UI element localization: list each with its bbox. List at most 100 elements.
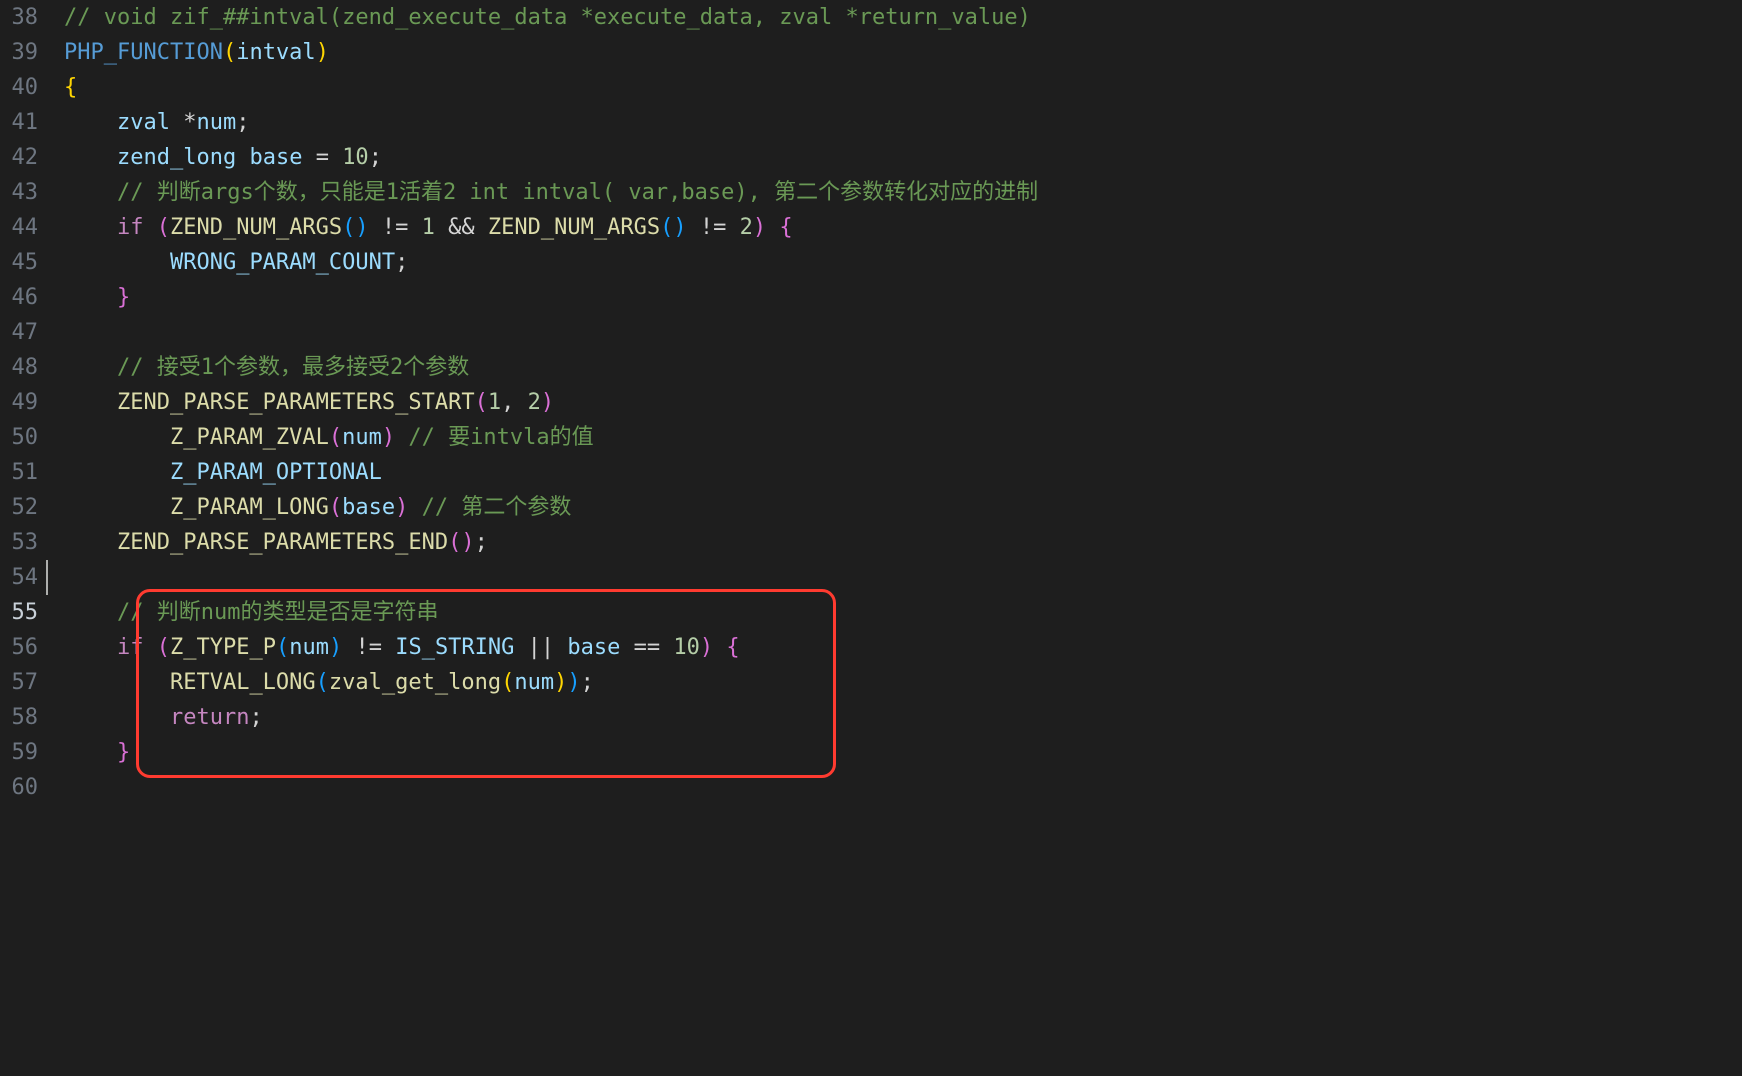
line-number[interactable]: 41 — [0, 105, 38, 140]
code-token: == — [634, 635, 661, 660]
code-line[interactable]: Z_PARAM_ZVAL(num) // 要intvla的值 — [64, 420, 1742, 455]
code-token: zval_get_long — [329, 670, 501, 695]
code-token: ( — [329, 425, 342, 450]
code-line[interactable]: } — [64, 280, 1742, 315]
code-token — [64, 355, 117, 380]
code-token: 2 — [740, 215, 753, 240]
line-number[interactable]: 40 — [0, 70, 38, 105]
line-number[interactable]: 42 — [0, 140, 38, 175]
code-line[interactable]: ZEND_PARSE_PARAMETERS_START(1, 2) — [64, 385, 1742, 420]
code-token — [64, 250, 170, 275]
code-line[interactable]: // 判断args个数，只能是1活着2 int intval( var,base… — [64, 175, 1742, 210]
line-number[interactable]: 50 — [0, 420, 38, 455]
line-number[interactable]: 45 — [0, 245, 38, 280]
code-token: ZEND_PARSE_PARAMETERS_START — [117, 390, 475, 415]
code-area[interactable]: // void zif_##intval(zend_execute_data *… — [46, 0, 1742, 1076]
code-token: != — [355, 635, 382, 660]
code-token: num — [342, 425, 382, 450]
line-number[interactable]: 58 — [0, 700, 38, 735]
line-number[interactable]: 59 — [0, 735, 38, 770]
code-line[interactable] — [64, 560, 1742, 595]
code-token: ) — [541, 390, 554, 415]
code-token — [64, 145, 117, 170]
code-line[interactable]: } — [64, 735, 1742, 770]
code-line[interactable]: if (ZEND_NUM_ARGS() != 1 && ZEND_NUM_ARG… — [64, 210, 1742, 245]
code-token — [64, 285, 117, 310]
code-token — [766, 215, 779, 240]
code-token: ) — [554, 670, 567, 695]
code-token — [713, 635, 726, 660]
code-editor[interactable]: 3839404142434445464748495051525354555657… — [0, 0, 1742, 1076]
code-token — [64, 495, 170, 520]
code-line[interactable]: zend_long base = 10; — [64, 140, 1742, 175]
code-token — [408, 215, 421, 240]
code-token: 10 — [342, 145, 369, 170]
code-line[interactable]: // 判断num的类型是否是字符串 — [64, 595, 1742, 630]
code-token: // 第二个参数 — [422, 495, 572, 520]
line-number[interactable]: 44 — [0, 210, 38, 245]
code-line[interactable]: RETVAL_LONG(zval_get_long(num)); — [64, 665, 1742, 700]
line-number[interactable]: 38 — [0, 0, 38, 35]
code-token: zval — [117, 110, 170, 135]
code-token: RETVAL_LONG — [170, 670, 316, 695]
line-number[interactable]: 39 — [0, 35, 38, 70]
code-token: ; — [369, 145, 382, 170]
line-number[interactable]: 56 — [0, 630, 38, 665]
code-token: ; — [236, 110, 249, 135]
code-token: && — [448, 215, 475, 240]
code-token: intval — [236, 40, 315, 65]
code-line[interactable]: if (Z_TYPE_P(num) != IS_STRING || base =… — [64, 630, 1742, 665]
code-token: Z_PARAM_ZVAL — [170, 425, 329, 450]
code-token — [302, 145, 315, 170]
line-number[interactable]: 60 — [0, 770, 38, 805]
code-token — [64, 390, 117, 415]
line-number[interactable]: 47 — [0, 315, 38, 350]
line-number[interactable]: 51 — [0, 455, 38, 490]
line-number-gutter[interactable]: 3839404142434445464748495051525354555657… — [0, 0, 46, 1076]
code-line[interactable]: // void zif_##intval(zend_execute_data *… — [64, 0, 1742, 35]
code-token: // 接受1个参数，最多接受2个参数 — [117, 355, 469, 380]
code-line[interactable]: { — [64, 70, 1742, 105]
line-number[interactable]: 48 — [0, 350, 38, 385]
line-number[interactable]: 46 — [0, 280, 38, 315]
code-line[interactable]: return; — [64, 700, 1742, 735]
line-number[interactable]: 49 — [0, 385, 38, 420]
line-number[interactable]: 54 — [0, 560, 38, 595]
code-token: ; — [581, 670, 594, 695]
code-token: Z_PARAM_LONG — [170, 495, 329, 520]
code-token — [64, 110, 117, 135]
code-line[interactable] — [64, 315, 1742, 350]
code-line[interactable]: Z_PARAM_OPTIONAL — [64, 455, 1742, 490]
code-token — [369, 215, 382, 240]
code-token: ; — [475, 530, 488, 555]
code-token: } — [117, 285, 130, 310]
line-number[interactable]: 52 — [0, 490, 38, 525]
line-number[interactable]: 53 — [0, 525, 38, 560]
code-token: ( — [157, 635, 170, 660]
code-token: ZEND_NUM_ARGS — [488, 215, 660, 240]
code-token: base — [249, 145, 302, 170]
code-line[interactable]: zval *num; — [64, 105, 1742, 140]
line-number[interactable]: 43 — [0, 175, 38, 210]
code-line[interactable] — [64, 770, 1742, 805]
code-token: // void zif_##intval(zend_execute_data *… — [64, 5, 1031, 30]
code-token: } — [117, 740, 130, 765]
code-line[interactable]: PHP_FUNCTION(intval) — [64, 35, 1742, 70]
code-token — [408, 495, 421, 520]
code-token: { — [779, 215, 792, 240]
code-token: != — [382, 215, 409, 240]
code-token — [554, 635, 567, 660]
code-token: 1 — [422, 215, 435, 240]
code-line[interactable]: ZEND_PARSE_PARAMETERS_END(); — [64, 525, 1742, 560]
line-number[interactable]: 57 — [0, 665, 38, 700]
code-line[interactable]: WRONG_PARAM_COUNT; — [64, 245, 1742, 280]
code-token — [687, 215, 700, 240]
code-line[interactable]: Z_PARAM_LONG(base) // 第二个参数 — [64, 490, 1742, 525]
code-token — [64, 635, 117, 660]
code-token: != — [700, 215, 727, 240]
code-token — [435, 215, 448, 240]
code-line[interactable]: // 接受1个参数，最多接受2个参数 — [64, 350, 1742, 385]
code-token: Z_PARAM_OPTIONAL — [170, 460, 382, 485]
code-token: num — [196, 110, 236, 135]
line-number[interactable]: 55 — [0, 595, 38, 630]
